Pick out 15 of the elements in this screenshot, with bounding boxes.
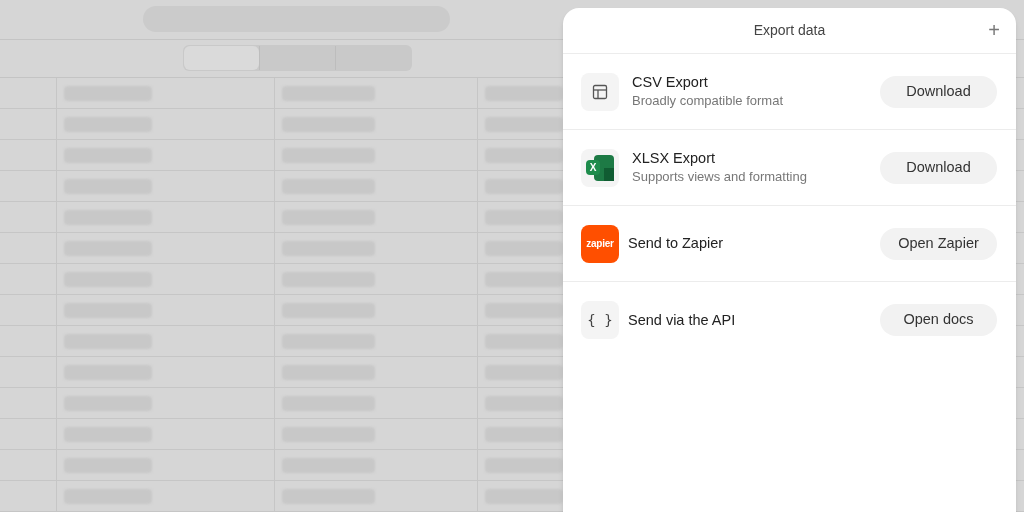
option-title: XLSX Export [632, 149, 716, 168]
panel-title: Export data [753, 21, 826, 40]
action-button[interactable]: Download [880, 75, 997, 108]
close-button[interactable]: + [988, 18, 1000, 42]
option-description: Broadly compatible format [632, 92, 784, 110]
option-title: Send to Zapier [628, 234, 725, 253]
action-button[interactable]: Download [880, 151, 997, 184]
option-title: Send via the API [628, 310, 737, 330]
option-title: CSV Export [632, 73, 709, 92]
braces-icon: { } [581, 301, 619, 339]
zapier-logo-icon: zapier [581, 224, 619, 263]
table-icon [581, 72, 619, 111]
option-description: Supports views and formatting [632, 168, 808, 186]
action-button[interactable]: Open docs [880, 304, 997, 336]
action-button[interactable]: Open Zapier [880, 227, 997, 260]
